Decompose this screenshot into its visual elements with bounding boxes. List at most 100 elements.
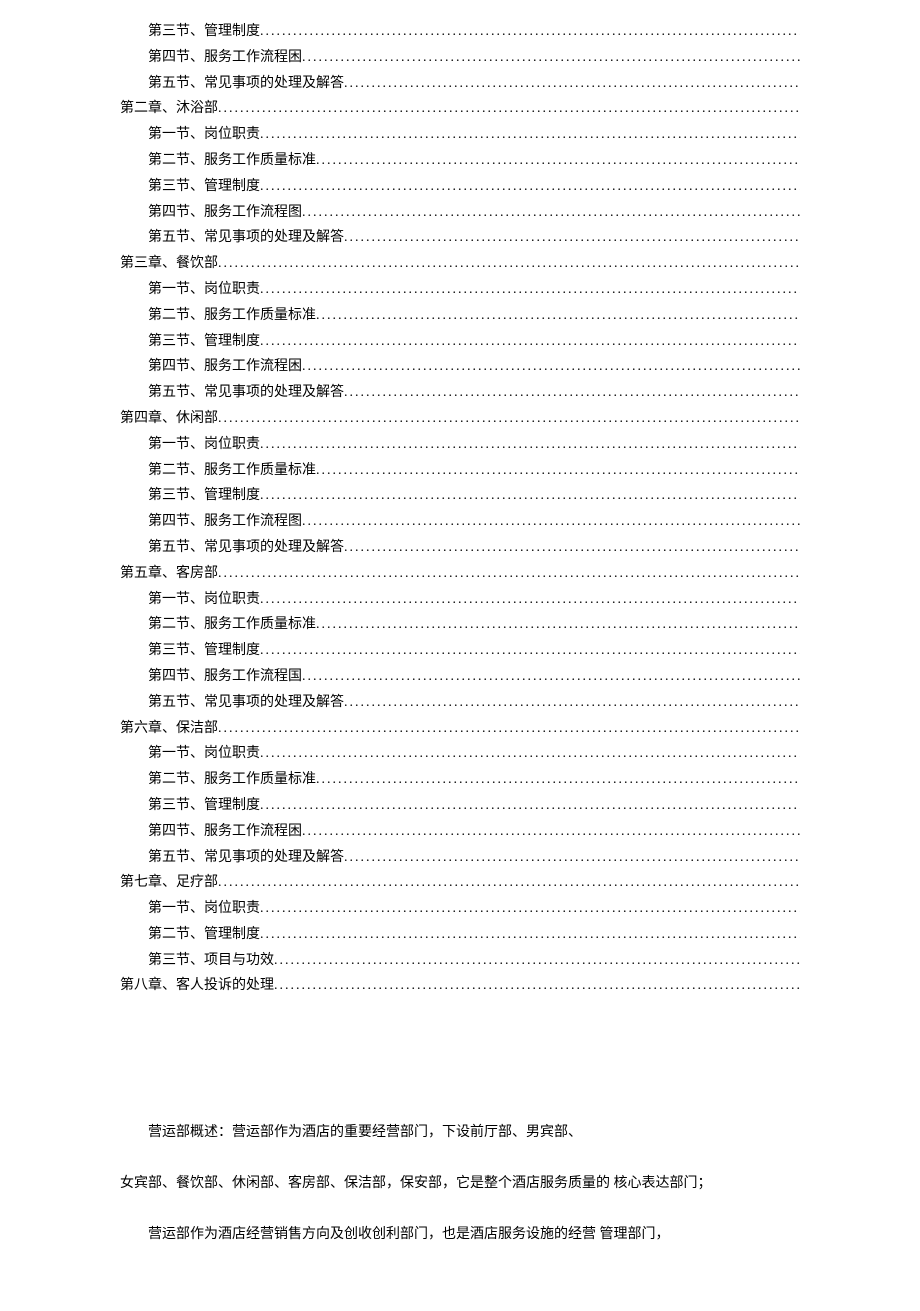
toc-label: 第三节、管理制度 [148, 20, 260, 44]
toc-label: 第一节、岗位职责 [148, 123, 260, 147]
toc-label: 第六章、保洁部 [120, 717, 218, 741]
toc-label: 第二章、沐浴部 [120, 97, 218, 121]
toc-label: 第三章、餐饮部 [120, 252, 218, 276]
toc-entry: 第一节、岗位职责 [120, 742, 800, 766]
toc-entry: 第三节、项目与功效 [120, 949, 800, 973]
toc-dots [302, 355, 800, 379]
toc-entry: 第三节、管理制度 [120, 330, 800, 354]
toc-entry: 第三节、管理制度 [120, 484, 800, 508]
toc-entry: 第四节、服务工作流程困 [120, 46, 800, 70]
toc-label: 第一节、岗位职责 [148, 433, 260, 457]
toc-dots [316, 459, 800, 483]
toc-dots [218, 717, 800, 741]
toc-dots [260, 433, 800, 457]
toc-label: 第四节、服务工作流程困 [148, 355, 302, 379]
toc-dots [344, 691, 800, 715]
toc-dots [344, 226, 800, 250]
toc-dots [218, 562, 800, 586]
toc-label: 第五节、常见事项的处理及解答 [148, 226, 344, 250]
toc-label: 第三节、管理制度 [148, 175, 260, 199]
toc-entry: 第四节、服务工作流程图 [120, 510, 800, 534]
toc-label: 第五节、常见事项的处理及解答 [148, 691, 344, 715]
body-text: 营运部概述：营运部作为酒店的重要经营部门，下设前厅部、男宾部、 女宾部、餐饮部、… [120, 1118, 800, 1250]
paragraph: 女宾部、餐饮部、休闲部、客房部、保洁部，保安部，它是整个酒店服务质量的 核心表达… [120, 1169, 800, 1200]
toc-dots [316, 149, 800, 173]
toc-dots [260, 923, 800, 947]
toc-dots [260, 897, 800, 921]
toc-dots [218, 871, 800, 895]
toc-entry: 第三章、餐饮部 [120, 252, 800, 276]
toc-dots [260, 639, 800, 663]
toc-label: 第三节、管理制度 [148, 794, 260, 818]
toc-dots [344, 846, 800, 870]
toc-entry: 第八章、客人投诉的处理 [120, 974, 800, 998]
toc-label: 第五章、客房部 [120, 562, 218, 586]
toc-label: 第二节、服务工作质量标准 [148, 768, 316, 792]
toc-dots [260, 330, 800, 354]
toc-entry: 第五节、常见事项的处理及解答 [120, 536, 800, 560]
toc-dots [302, 665, 800, 689]
toc-dots [302, 201, 800, 225]
table-of-contents: 第三节、管理制度 第四节、服务工作流程困 第五节、常见事项的处理及解答 第二章、… [120, 20, 800, 998]
toc-dots [260, 123, 800, 147]
toc-entry: 第二节、管理制度 [120, 923, 800, 947]
toc-label: 第二节、服务工作质量标准 [148, 304, 316, 328]
paragraph: 营运部概述：营运部作为酒店的重要经营部门，下设前厅部、男宾部、 [120, 1118, 800, 1149]
toc-label: 第三节、管理制度 [148, 330, 260, 354]
toc-entry: 第三节、管理制度 [120, 20, 800, 44]
toc-dots [302, 510, 800, 534]
toc-label: 第五节、常见事项的处理及解答 [148, 381, 344, 405]
toc-entry: 第五节、常见事项的处理及解答 [120, 691, 800, 715]
toc-dots [274, 949, 800, 973]
toc-dots [316, 768, 800, 792]
toc-entry: 第二节、服务工作质量标准 [120, 613, 800, 637]
toc-entry: 第五节、常见事项的处理及解答 [120, 381, 800, 405]
toc-entry: 第五节、常见事项的处理及解答 [120, 226, 800, 250]
toc-dots [260, 484, 800, 508]
toc-entry: 第四节、服务工作流程国 [120, 665, 800, 689]
toc-entry: 第三节、管理制度 [120, 639, 800, 663]
toc-dots [218, 252, 800, 276]
toc-label: 第一节、岗位职责 [148, 897, 260, 921]
toc-label: 第一节、岗位职责 [148, 742, 260, 766]
toc-dots [316, 613, 800, 637]
toc-dots [274, 974, 800, 998]
toc-entry: 第四节、服务工作流程困 [120, 820, 800, 844]
toc-dots [344, 536, 800, 560]
toc-entry: 第五节、常见事项的处理及解答 [120, 846, 800, 870]
toc-entry: 第四节、服务工作流程困 [120, 355, 800, 379]
toc-label: 第五节、常见事项的处理及解答 [148, 846, 344, 870]
toc-entry: 第二节、服务工作质量标准 [120, 768, 800, 792]
toc-label: 第四章、休闲部 [120, 407, 218, 431]
toc-dots [218, 407, 800, 431]
toc-dots [260, 794, 800, 818]
toc-entry: 第五章、客房部 [120, 562, 800, 586]
toc-entry: 第三节、管理制度 [120, 794, 800, 818]
toc-label: 第四节、服务工作流程困 [148, 46, 302, 70]
toc-entry: 第一节、岗位职责 [120, 123, 800, 147]
toc-label: 第五节、常见事项的处理及解答 [148, 72, 344, 96]
toc-entry: 第五节、常见事项的处理及解答 [120, 72, 800, 96]
toc-entry: 第二节、服务工作质量标准 [120, 304, 800, 328]
toc-label: 第三节、项目与功效 [148, 949, 274, 973]
toc-dots [260, 742, 800, 766]
toc-entry: 第四章、休闲部 [120, 407, 800, 431]
toc-entry: 第二章、沐浴部 [120, 97, 800, 121]
toc-label: 第五节、常见事项的处理及解答 [148, 536, 344, 560]
toc-label: 第四节、服务工作流程国 [148, 665, 302, 689]
toc-dots [260, 278, 800, 302]
toc-label: 第三节、管理制度 [148, 484, 260, 508]
toc-dots [260, 588, 800, 612]
toc-entry: 第一节、岗位职责 [120, 588, 800, 612]
toc-label: 第二节、服务工作质量标准 [148, 613, 316, 637]
toc-dots [302, 46, 800, 70]
toc-entry: 第二节、服务工作质量标准 [120, 149, 800, 173]
toc-label: 第二节、管理制度 [148, 923, 260, 947]
toc-label: 第四节、服务工作流程图 [148, 510, 302, 534]
toc-label: 第一节、岗位职责 [148, 588, 260, 612]
toc-label: 第一节、岗位职责 [148, 278, 260, 302]
toc-entry: 第一节、岗位职责 [120, 278, 800, 302]
toc-dots [218, 97, 800, 121]
toc-label: 第七章、足疗部 [120, 871, 218, 895]
toc-dots [302, 820, 800, 844]
